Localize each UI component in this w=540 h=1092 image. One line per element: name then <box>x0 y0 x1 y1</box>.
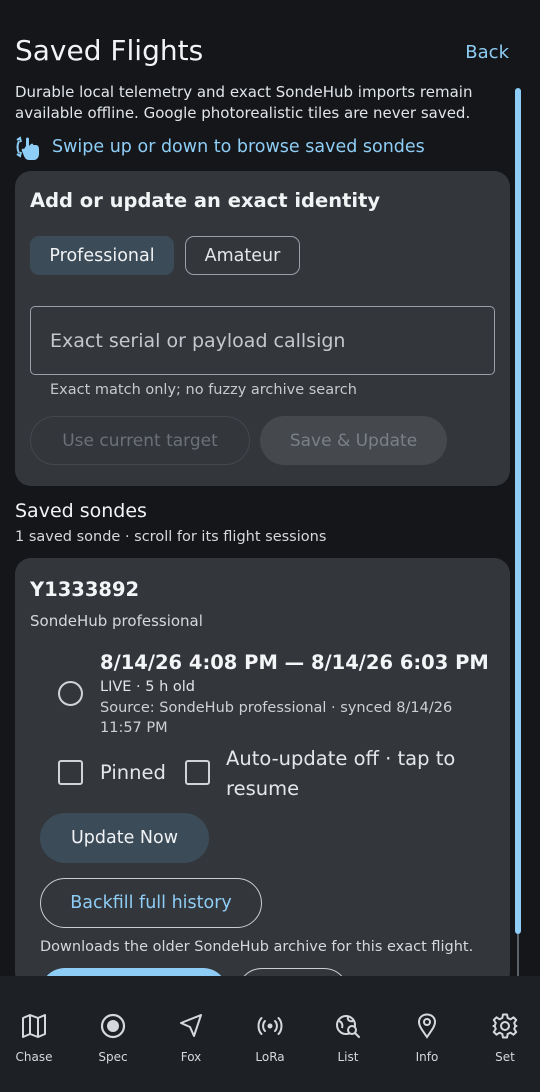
serial-helper-text: Exact match only; no fuzzy archive searc… <box>50 382 357 398</box>
session-time-range: 8/14/26 4:08 PM — 8/14/26 6:03 PM <box>100 651 489 674</box>
back-button[interactable]: Back <box>465 42 509 63</box>
travel-explore-icon <box>336 1015 360 1038</box>
saved-sondes-subtitle: 1 saved sonde · scroll for its flight se… <box>15 529 327 545</box>
nav-info[interactable]: Info <box>388 976 466 1092</box>
save-update-button[interactable]: Save & Update <box>260 416 447 465</box>
intro-text: Durable local telemetry and exact SondeH… <box>15 83 473 122</box>
navigation-arrow-icon <box>180 1014 202 1037</box>
scrollbar-thumb[interactable] <box>515 88 521 934</box>
swipe-hint-text: Swipe up or down to browse saved sondes <box>52 137 425 157</box>
pinned-checkbox[interactable] <box>58 760 83 785</box>
scrollbar-track[interactable] <box>517 934 519 980</box>
pinned-label: Pinned <box>100 761 166 784</box>
nav-chase[interactable]: Chase <box>0 976 73 1092</box>
backfill-note: Downloads the older SondeHub archive for… <box>40 939 474 955</box>
swipe-hint: Swipe up or down to browse saved sondes <box>14 132 425 162</box>
nav-label: Fox <box>180 1050 202 1064</box>
sonde-source: SondeHub professional <box>30 612 203 630</box>
session-radio[interactable] <box>58 681 83 706</box>
session-live-status: LIVE · 5 h old <box>100 679 196 695</box>
saved-sondes-title: Saved sondes <box>15 500 147 522</box>
nav-list[interactable]: List <box>309 976 387 1092</box>
session-source-detail: Source: SondeHub professional · synced 8… <box>100 700 453 736</box>
sonde-card: Y1333892 SondeHub professional 8/14/26 4… <box>15 558 510 988</box>
nav-fox[interactable]: Fox <box>152 976 230 1092</box>
bottom-nav: Chase Spec Fox LoRa List Info Set <box>0 976 540 1092</box>
broadcast-icon <box>257 1017 283 1035</box>
backfill-history-button[interactable]: Backfill full history <box>40 878 262 928</box>
nav-spec[interactable]: Spec <box>74 976 152 1092</box>
sonde-serial: Y1333892 <box>30 578 140 601</box>
serial-field[interactable] <box>30 306 495 375</box>
location-pin-icon <box>417 1013 437 1039</box>
identity-card-title: Add or update an exact identity <box>30 189 381 212</box>
nav-label: Spec <box>98 1050 128 1064</box>
amateur-chip[interactable]: Amateur <box>185 236 300 275</box>
gear-icon <box>492 1013 518 1039</box>
auto-update-label: Auto-update off · tap to resume <box>226 747 456 800</box>
auto-update-checkbox[interactable] <box>185 760 210 785</box>
radio-button-icon <box>100 1013 126 1039</box>
nav-label: LoRa <box>255 1050 285 1064</box>
nav-set[interactable]: Set <box>466 976 540 1092</box>
serial-input[interactable] <box>31 307 494 374</box>
map-icon <box>22 1014 46 1038</box>
swipe-vertical-icon <box>16 136 39 160</box>
nav-label: Set <box>495 1050 515 1064</box>
identity-card: Add or update an exact identity Professi… <box>15 171 510 486</box>
nav-label: Chase <box>15 1050 53 1064</box>
use-current-target-button[interactable]: Use current target <box>30 416 250 465</box>
nav-lora[interactable]: LoRa <box>231 976 309 1092</box>
professional-chip[interactable]: Professional <box>30 236 174 275</box>
nav-label: List <box>337 1050 359 1064</box>
update-now-button[interactable]: Update Now <box>40 813 209 863</box>
nav-label: Info <box>415 1050 439 1064</box>
page-title: Saved Flights <box>15 34 204 67</box>
